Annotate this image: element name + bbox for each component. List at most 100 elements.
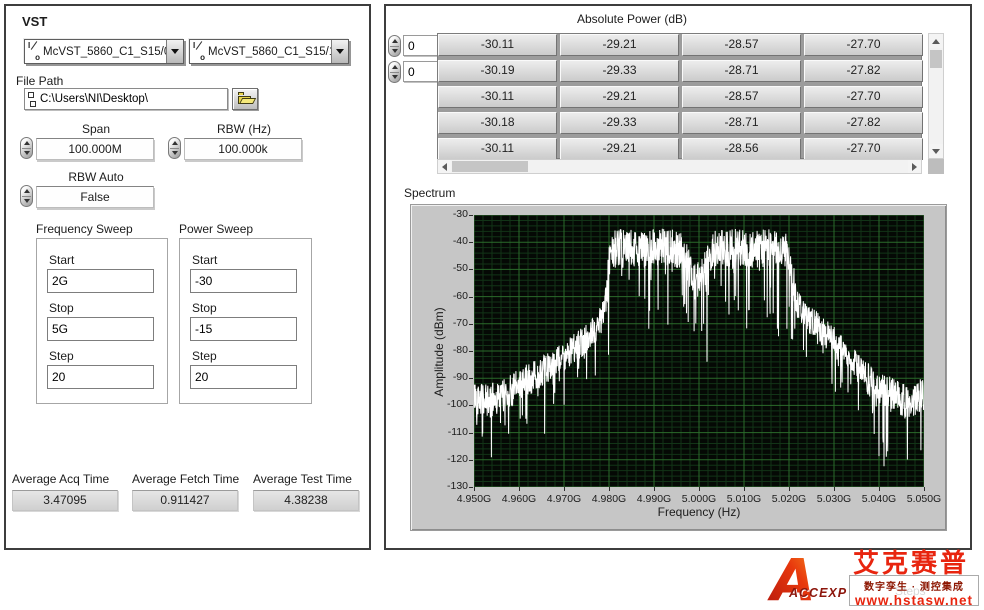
dropdown-button[interactable]: [331, 40, 348, 63]
device-selector-0[interactable]: Io McVST_5860_C1_S15/0: [24, 39, 184, 64]
table-cell: -27.70: [804, 138, 923, 160]
scroll-right-button[interactable]: [908, 160, 921, 173]
x-tick-label: 5.050G: [902, 493, 946, 505]
x-tick-label: 4.960G: [497, 493, 541, 505]
avg-acq-time-value: 3.47095: [12, 490, 118, 511]
horizontal-scroll-thumb[interactable]: [452, 161, 528, 172]
y-tick-mark: [469, 433, 473, 434]
table-cell: -28.56: [682, 138, 801, 160]
table-cell: -30.11: [438, 86, 557, 108]
x-tick-mark: [699, 487, 700, 491]
avg-fetch-time-label: Average Fetch Time: [132, 472, 239, 486]
absolute-power-table: -30.11 -29.21 -28.57 -27.70 -30.19 -29.3…: [437, 33, 922, 159]
arrow-right-icon: [912, 163, 917, 171]
x-tick-mark: [519, 487, 520, 491]
y-tick-mark: [469, 324, 473, 325]
y-tick-label: -50: [426, 262, 468, 274]
freq-stop-label: Stop: [49, 301, 74, 315]
table-cell: -29.33: [560, 60, 679, 82]
x-tick-label: 4.970G: [542, 493, 586, 505]
arrow-up-icon: [932, 39, 940, 44]
accexp-text: ACCEXP: [789, 586, 847, 600]
scroll-left-button[interactable]: [438, 160, 451, 173]
x-tick-mark: [654, 487, 655, 491]
table-cell: -29.21: [560, 138, 679, 160]
table-cell: -29.21: [560, 34, 679, 56]
device-selector-1[interactable]: Io McVST_5860_C1_S15/1: [189, 39, 349, 64]
freq-start-input[interactable]: [47, 269, 154, 293]
rbw-auto-spinner[interactable]: [20, 185, 33, 207]
x-tick-mark: [564, 487, 565, 491]
rbw-label: RBW (Hz): [184, 122, 304, 136]
rbw-field[interactable]: 100.000k: [184, 138, 302, 160]
table-cell: -28.71: [682, 60, 801, 82]
device-selector-value: McVST_5860_C1_S15/0: [41, 46, 166, 58]
pwr-step-input[interactable]: [190, 365, 297, 389]
power-sweep-group: Start Stop Step: [179, 238, 312, 404]
x-tick-label: 5.020G: [767, 493, 811, 505]
y-tick-label: -90: [426, 371, 468, 383]
table-cell: -27.82: [804, 112, 923, 134]
freq-step-label: Step: [49, 349, 74, 363]
y-tick-label: -70: [426, 317, 468, 329]
vertical-scroll-thumb[interactable]: [930, 50, 942, 68]
watermark-url: www.hstasw.net: [850, 593, 978, 608]
spectrum-plot-area: [474, 215, 924, 487]
graph-title: Spectrum: [404, 186, 455, 200]
table-horizontal-scrollbar[interactable]: [437, 159, 922, 174]
x-tick-mark: [834, 487, 835, 491]
table-cell: -30.18: [438, 112, 557, 134]
x-tick-mark: [879, 487, 880, 491]
span-spinner[interactable]: [20, 137, 33, 159]
y-tick-mark: [469, 378, 473, 379]
col-index-spinner[interactable]: [388, 61, 401, 83]
folder-icon: [238, 94, 253, 104]
table-cell: -27.82: [804, 60, 923, 82]
browse-button[interactable]: [232, 88, 258, 110]
file-path-input[interactable]: [40, 90, 227, 108]
span-field[interactable]: 100.000M: [36, 138, 154, 160]
x-tick-mark: [609, 487, 610, 491]
table-cell: -30.19: [438, 60, 557, 82]
rbw-spinner[interactable]: [168, 137, 181, 159]
y-tick-mark: [469, 269, 473, 270]
dropdown-button[interactable]: [166, 40, 183, 63]
watermark-box: 数字孪生 · 测控集成 www.hstasw.net: [849, 575, 979, 606]
row-index-spinner[interactable]: [388, 35, 401, 57]
y-tick-label: -100: [426, 398, 468, 410]
watermark-tagline: 数字孪生 · 测控集成: [850, 578, 978, 593]
scroll-down-button[interactable]: [929, 144, 943, 158]
table-vertical-scrollbar[interactable]: [928, 33, 944, 159]
table-cell: -29.33: [560, 112, 679, 134]
arrow-left-icon: [442, 163, 447, 171]
x-axis-title: Frequency (Hz): [474, 505, 924, 519]
pwr-stop-input[interactable]: [190, 317, 297, 341]
file-path-control: [24, 88, 228, 110]
freq-stop-input[interactable]: [47, 317, 154, 341]
path-type-icon: [28, 92, 37, 107]
frequency-sweep-title: Frequency Sweep: [36, 222, 133, 236]
freq-step-input[interactable]: [47, 365, 154, 389]
y-tick-label: -60: [426, 290, 468, 302]
y-tick-mark: [469, 460, 473, 461]
x-tick-mark: [744, 487, 745, 491]
rbw-auto-field[interactable]: False: [36, 186, 154, 208]
x-tick-label: 5.000G: [677, 493, 721, 505]
pwr-start-input[interactable]: [190, 269, 297, 293]
y-tick-mark: [469, 405, 473, 406]
x-tick-label: 4.950G: [452, 493, 496, 505]
y-tick-mark: [469, 242, 473, 243]
span-label: Span: [36, 122, 156, 136]
pwr-stop-label: Stop: [192, 301, 217, 315]
avg-test-time-label: Average Test Time: [253, 472, 352, 486]
labview-front-panel: VST Io McVST_5860_C1_S15/0 Io McVST_5860…: [0, 0, 984, 610]
y-tick-mark: [469, 215, 473, 216]
avg-acq-time-label: Average Acq Time: [12, 472, 109, 486]
x-tick-label: 5.040G: [857, 493, 901, 505]
power-sweep-title: Power Sweep: [179, 222, 253, 236]
table-cell: -30.11: [438, 138, 557, 160]
y-tick-label: -120: [426, 453, 468, 465]
y-tick-label: -80: [426, 344, 468, 356]
scroll-up-button[interactable]: [929, 34, 943, 48]
io-name-icon: Io: [27, 42, 41, 61]
